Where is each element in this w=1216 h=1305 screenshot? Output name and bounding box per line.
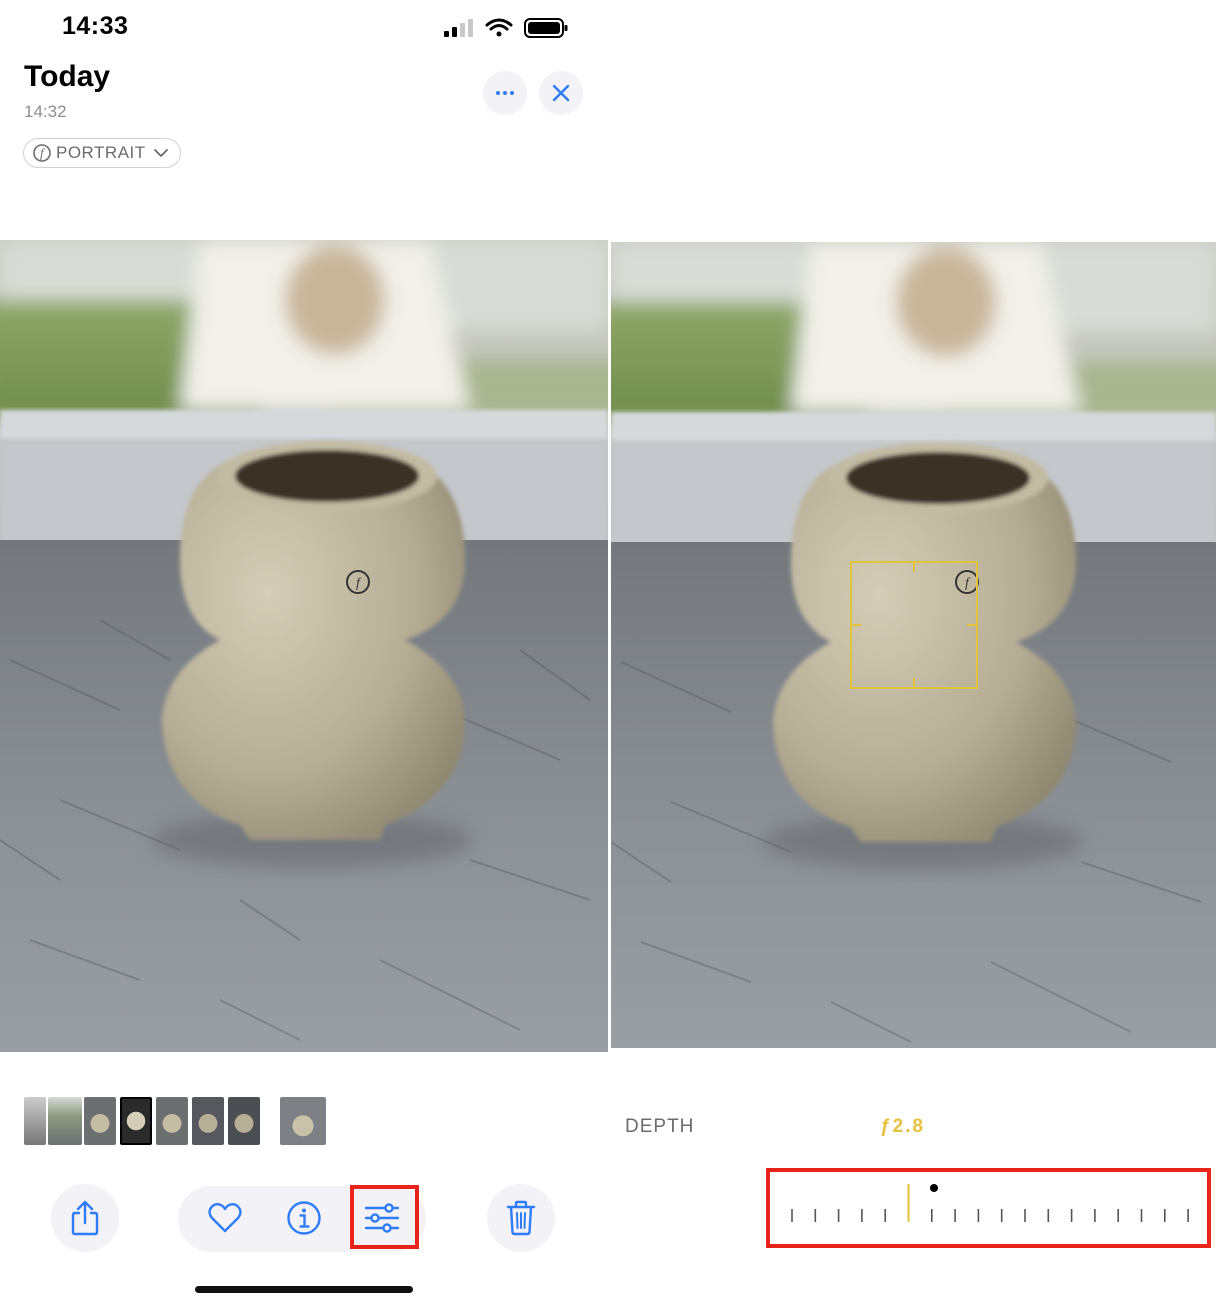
share-icon <box>71 1200 99 1236</box>
status-icons <box>440 14 570 42</box>
photo-original[interactable]: f <box>0 240 608 1052</box>
thumbnail[interactable] <box>156 1097 188 1145</box>
signal-icon <box>444 19 473 37</box>
info-button[interactable] <box>279 1193 329 1243</box>
thumbnail-selected[interactable] <box>120 1097 152 1145</box>
photo-depth-edit[interactable]: f <box>611 242 1216 1048</box>
svg-text:f: f <box>40 146 46 161</box>
wifi-icon <box>485 18 513 37</box>
adjust-button-highlight <box>350 1185 419 1249</box>
trash-icon <box>506 1200 536 1236</box>
aperture-icon: f <box>33 144 51 162</box>
thumbnail[interactable] <box>84 1097 116 1145</box>
close-button[interactable] <box>539 71 583 115</box>
more-button[interactable] <box>483 71 527 115</box>
status-time: 14:33 <box>62 12 129 40</box>
portrait-mode-pill[interactable]: f PORTRAIT <box>23 138 181 168</box>
close-icon <box>552 84 570 102</box>
thumbnail[interactable] <box>24 1097 46 1145</box>
share-button[interactable] <box>51 1184 119 1252</box>
depth-slider[interactable] <box>766 1168 1211 1248</box>
photo-time: 14:32 <box>24 102 67 121</box>
favorite-button[interactable] <box>200 1193 250 1243</box>
thumbnail[interactable] <box>228 1097 260 1145</box>
thumbnail[interactable] <box>48 1097 82 1145</box>
delete-button[interactable] <box>487 1184 555 1252</box>
home-indicator <box>195 1286 413 1293</box>
slider-default-dot <box>930 1184 938 1192</box>
battery-icon <box>524 18 568 38</box>
ellipsis-icon <box>496 91 514 95</box>
thumbnail-strip[interactable] <box>24 1097 334 1145</box>
chevron-down-icon <box>153 149 168 158</box>
heart-icon <box>208 1202 242 1233</box>
thumbnail[interactable] <box>192 1097 224 1145</box>
depth-value: ƒ2.8 <box>880 1116 925 1137</box>
info-icon <box>287 1201 321 1235</box>
portrait-mode-label: PORTRAIT <box>56 143 146 162</box>
depth-label: DEPTH <box>625 1116 695 1137</box>
page-title: Today <box>24 60 111 93</box>
thumbnail[interactable] <box>280 1097 326 1145</box>
